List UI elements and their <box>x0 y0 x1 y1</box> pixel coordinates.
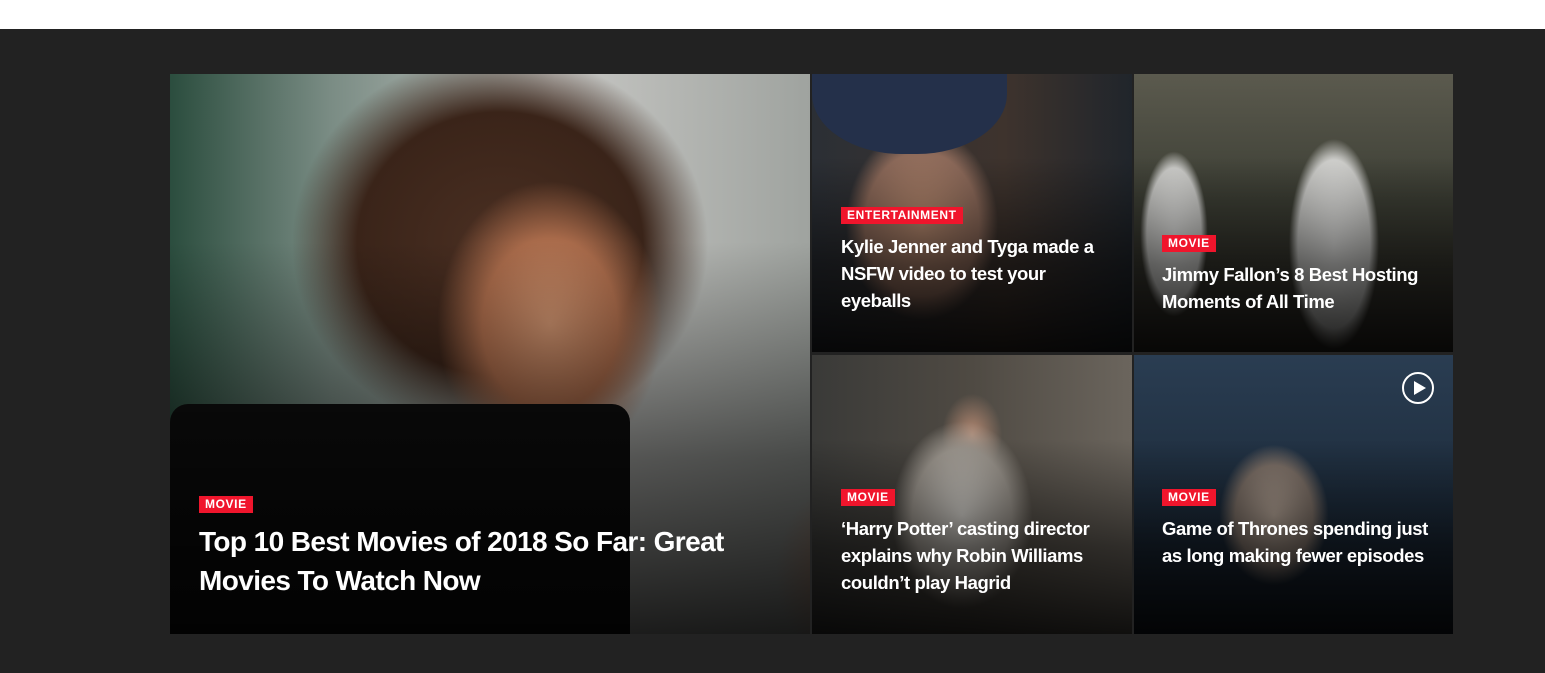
top-strip <box>0 0 1545 29</box>
post-card[interactable]: MOVIE ‘Harry Potter’ casting director ex… <box>812 355 1132 634</box>
post-title[interactable]: Kylie Jenner and Tyga made a NSFW video … <box>841 233 1108 314</box>
post-caption: MOVIE Jimmy Fallon’s 8 Best Hosting Mome… <box>1162 234 1429 315</box>
post-title[interactable]: Top 10 Best Movies of 2018 So Far: Great… <box>199 522 786 600</box>
post-card[interactable]: ENTERTAINMENT Kylie Jenner and Tyga made… <box>812 74 1132 352</box>
post-title[interactable]: Jimmy Fallon’s 8 Best Hosting Moments of… <box>1162 261 1429 315</box>
category-badge[interactable]: MOVIE <box>841 489 895 506</box>
featured-post-card[interactable]: MOVIE Top 10 Best Movies of 2018 So Far:… <box>170 74 810 634</box>
post-caption: MOVIE Game of Thrones spending just as l… <box>1162 488 1429 569</box>
post-caption: MOVIE ‘Harry Potter’ casting director ex… <box>841 488 1108 596</box>
category-badge[interactable]: ENTERTAINMENT <box>841 207 963 224</box>
post-title[interactable]: Game of Thrones spending just as long ma… <box>1162 515 1429 569</box>
category-badge[interactable]: MOVIE <box>199 496 253 513</box>
category-badge[interactable]: MOVIE <box>1162 235 1216 252</box>
play-circle-icon[interactable] <box>1402 372 1434 404</box>
post-caption: ENTERTAINMENT Kylie Jenner and Tyga made… <box>841 206 1108 314</box>
post-card[interactable]: MOVIE Game of Thrones spending just as l… <box>1134 355 1453 634</box>
post-caption: MOVIE Top 10 Best Movies of 2018 So Far:… <box>199 495 786 600</box>
category-badge[interactable]: MOVIE <box>1162 489 1216 506</box>
post-title[interactable]: ‘Harry Potter’ casting director explains… <box>841 515 1108 596</box>
post-card[interactable]: MOVIE Jimmy Fallon’s 8 Best Hosting Mome… <box>1134 74 1453 352</box>
